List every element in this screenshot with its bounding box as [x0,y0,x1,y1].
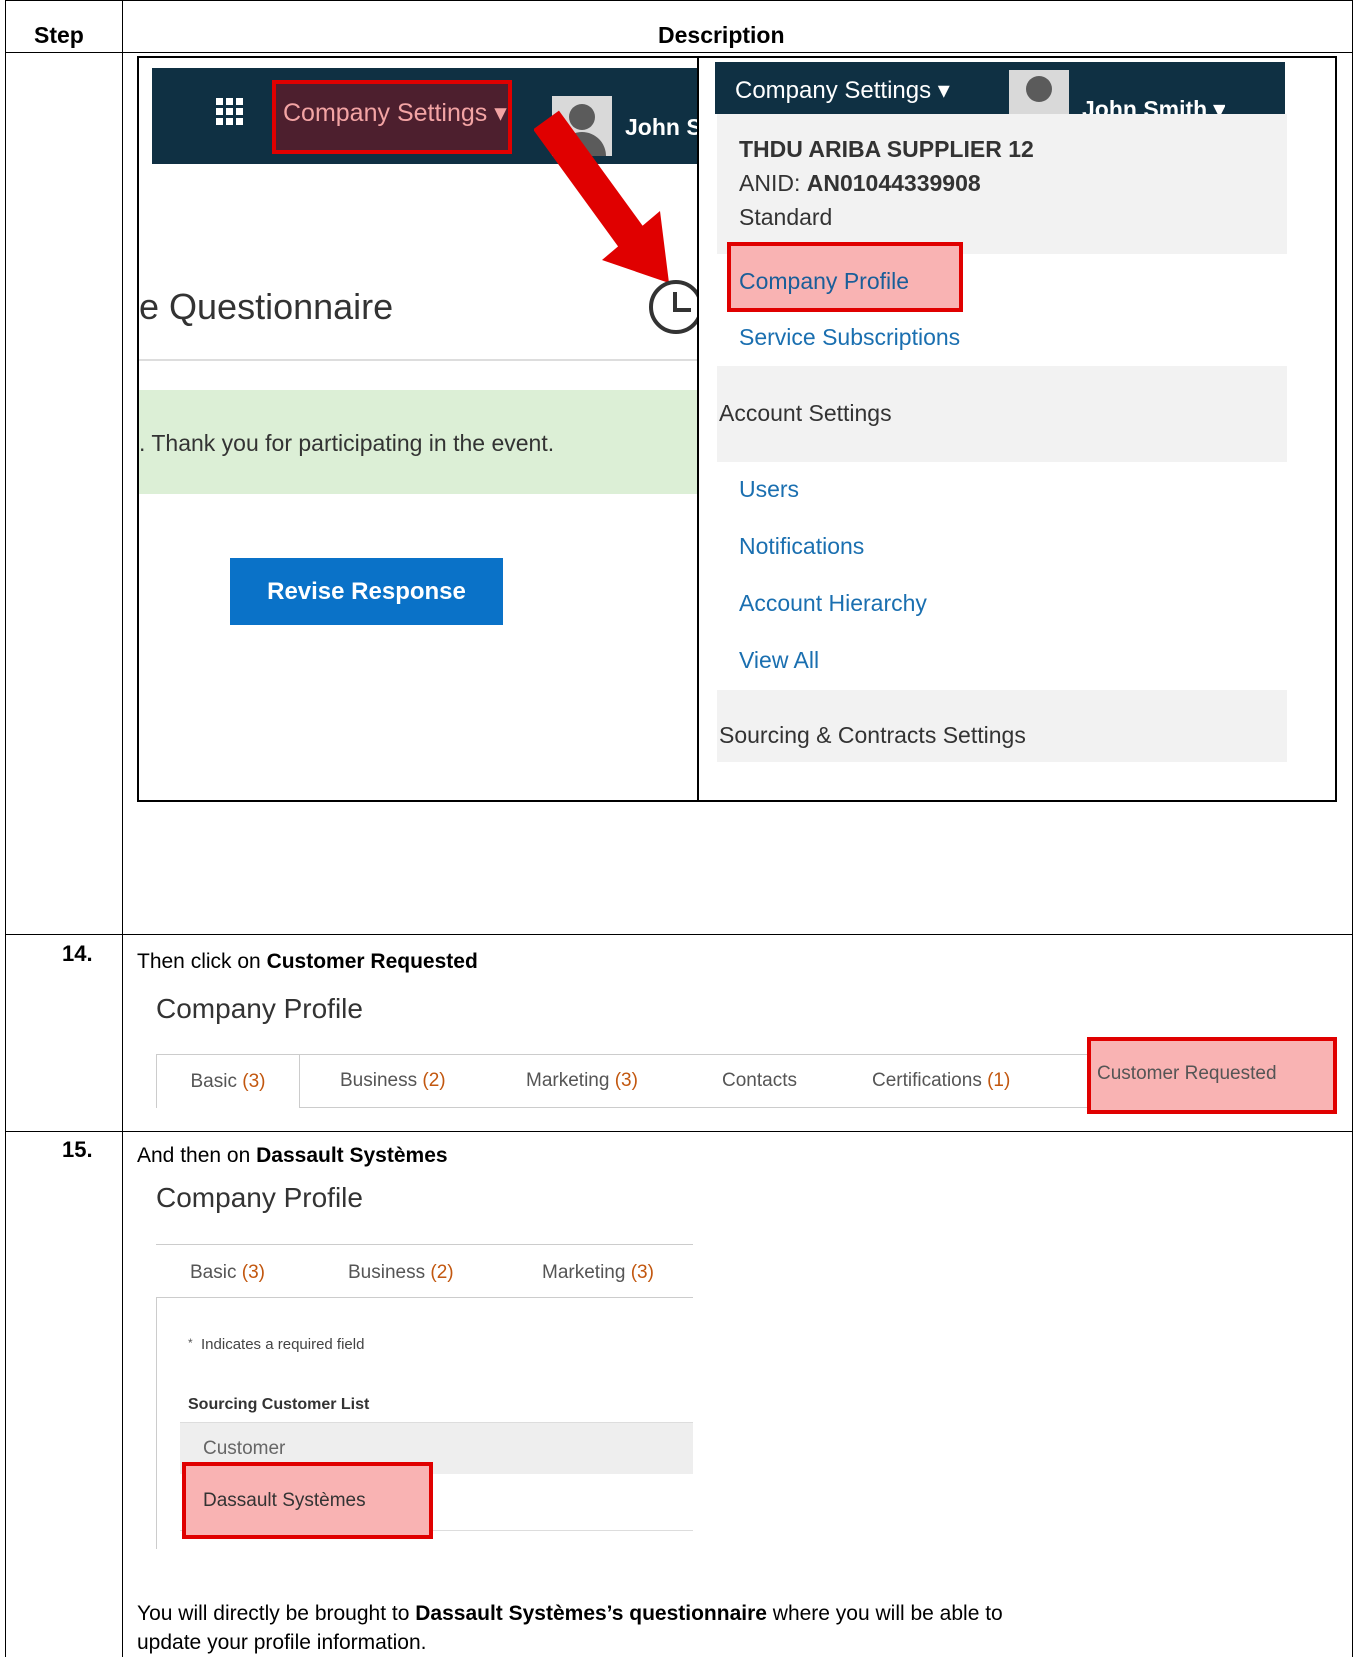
dropdown-view-all[interactable]: View All [739,647,819,674]
footer-bold: Dassault Systèmes’s questionnaire [415,1602,767,1625]
instruction-text: Then click on [137,950,267,973]
thanks-message: . Thank you for participating in the eve… [139,430,555,456]
instruction-bold: Dassault Systèmes [256,1144,448,1167]
profile-tabs-15-bottom [156,1297,693,1298]
required-note-text: Indicates a required field [201,1336,365,1353]
app-grid-icon[interactable] [216,98,244,126]
company-profile-title-14: Company Profile [156,993,363,1024]
tab-business[interactable]: Business (2) [348,1262,454,1284]
tab-label: Marketing [526,1070,610,1091]
tab-label: Customer Requested [1097,1063,1277,1084]
column-divider [122,0,123,1657]
company-settings-menu[interactable]: Company Settings ▾ [283,98,507,128]
dropdown-user-name[interactable]: John Smith ▾ [1082,96,1225,116]
dropdown-users[interactable]: Users [739,476,799,503]
tab-count: (1) [987,1070,1011,1091]
anid-value: AN01044339908 [806,170,981,196]
tab-label: Business [348,1262,426,1283]
step-14-instruction: Then click on Customer Requested [137,950,478,974]
tab-basic[interactable]: Basic (3) [190,1262,265,1284]
tab-label: Business [340,1070,418,1091]
footer-text: You will directly be brought to [137,1602,416,1625]
dropdown-account-settings: Account Settings [719,400,892,426]
revise-response-button[interactable]: Revise Response [230,558,503,625]
sourcing-customer-list-title: Sourcing Customer List [188,1396,370,1413]
tab-count: (3) [241,1262,265,1283]
dropdown-notifications[interactable]: Notifications [739,533,864,560]
tab-marketing[interactable]: Marketing (3) [526,1054,638,1108]
tab-customer-requested-highlight[interactable]: Customer Requested [1087,1037,1337,1114]
header-step: Step [34,22,84,48]
tab-label: Basic [190,1262,237,1283]
dropdown-avatar[interactable] [1009,70,1069,114]
header-row-divider [5,52,1353,53]
company-settings-dropdown: Company Settings ▾ John Smith ▾ THDU ARI… [697,58,1335,800]
tab-label: Basic [190,1071,237,1092]
tab-label: Marketing [542,1262,626,1283]
tab-certifications[interactable]: Certifications (1) [872,1054,1010,1108]
account-type: Standard [739,204,833,230]
tab-marketing[interactable]: Marketing (3) [542,1262,654,1284]
required-note: * Indicates a required field [188,1336,364,1353]
row-divider-14 [5,934,1353,935]
tab-count: (3) [614,1070,638,1091]
step-15-footer-line2: update your profile information. [137,1631,427,1654]
dropdown-service-subscriptions[interactable]: Service Subscriptions [739,324,960,351]
title-separator [139,359,699,361]
tab-contacts[interactable]: Contacts [722,1054,797,1108]
required-star: * [188,1336,193,1350]
dropdown-company-profile[interactable]: Company Profile [739,268,909,295]
profile-tabs-15-top [156,1244,693,1245]
header-description: Description [658,22,785,48]
row-divider-15 [5,1131,1353,1132]
clock-icon [649,280,703,334]
tab-count: (2) [430,1262,454,1283]
supplier-name: THDU ARIBA SUPPLIER 12 [739,136,1034,162]
tab-business[interactable]: Business (2) [340,1054,446,1108]
company-profile-title-15: Company Profile [156,1182,363,1213]
tab-label: Contacts [722,1070,797,1091]
step-15-footer-line1: You will directly be brought to Dassault… [137,1602,1003,1626]
step-number-15: 15. [62,1137,93,1162]
dassault-systemes-link[interactable]: Dassault Systèmes [203,1490,366,1512]
tab-basic-active[interactable]: Basic (3) [156,1054,300,1108]
tab-count: (3) [242,1071,266,1092]
step-number-14: 14. [62,941,93,966]
screenshot-company-settings: Company Settings ▾ John Sm e Questionnai… [137,56,1337,802]
customer-column-label: Customer [203,1438,286,1459]
anid-line: ANID: AN01044339908 [739,170,981,197]
step-15-instruction: And then on Dassault Systèmes [137,1144,448,1168]
dropdown-sourcing-settings: Sourcing & Contracts Settings [719,722,1026,748]
content-left-border [156,1297,157,1549]
anid-label: ANID: [739,170,807,196]
questionnaire-title: e Questionnaire [139,286,394,327]
tab-label: Certifications [872,1070,982,1091]
instruction-text: And then on [137,1144,257,1167]
footer-text-suffix: where you will be able to [766,1602,1003,1625]
tab-count: (3) [630,1262,654,1283]
red-arrow-icon [534,110,669,283]
instruction-bold: Customer Requested [266,950,478,973]
dropdown-account-hierarchy[interactable]: Account Hierarchy [739,590,927,617]
dropdown-company-settings[interactable]: Company Settings ▾ [735,76,950,105]
tab-count: (2) [422,1070,446,1091]
